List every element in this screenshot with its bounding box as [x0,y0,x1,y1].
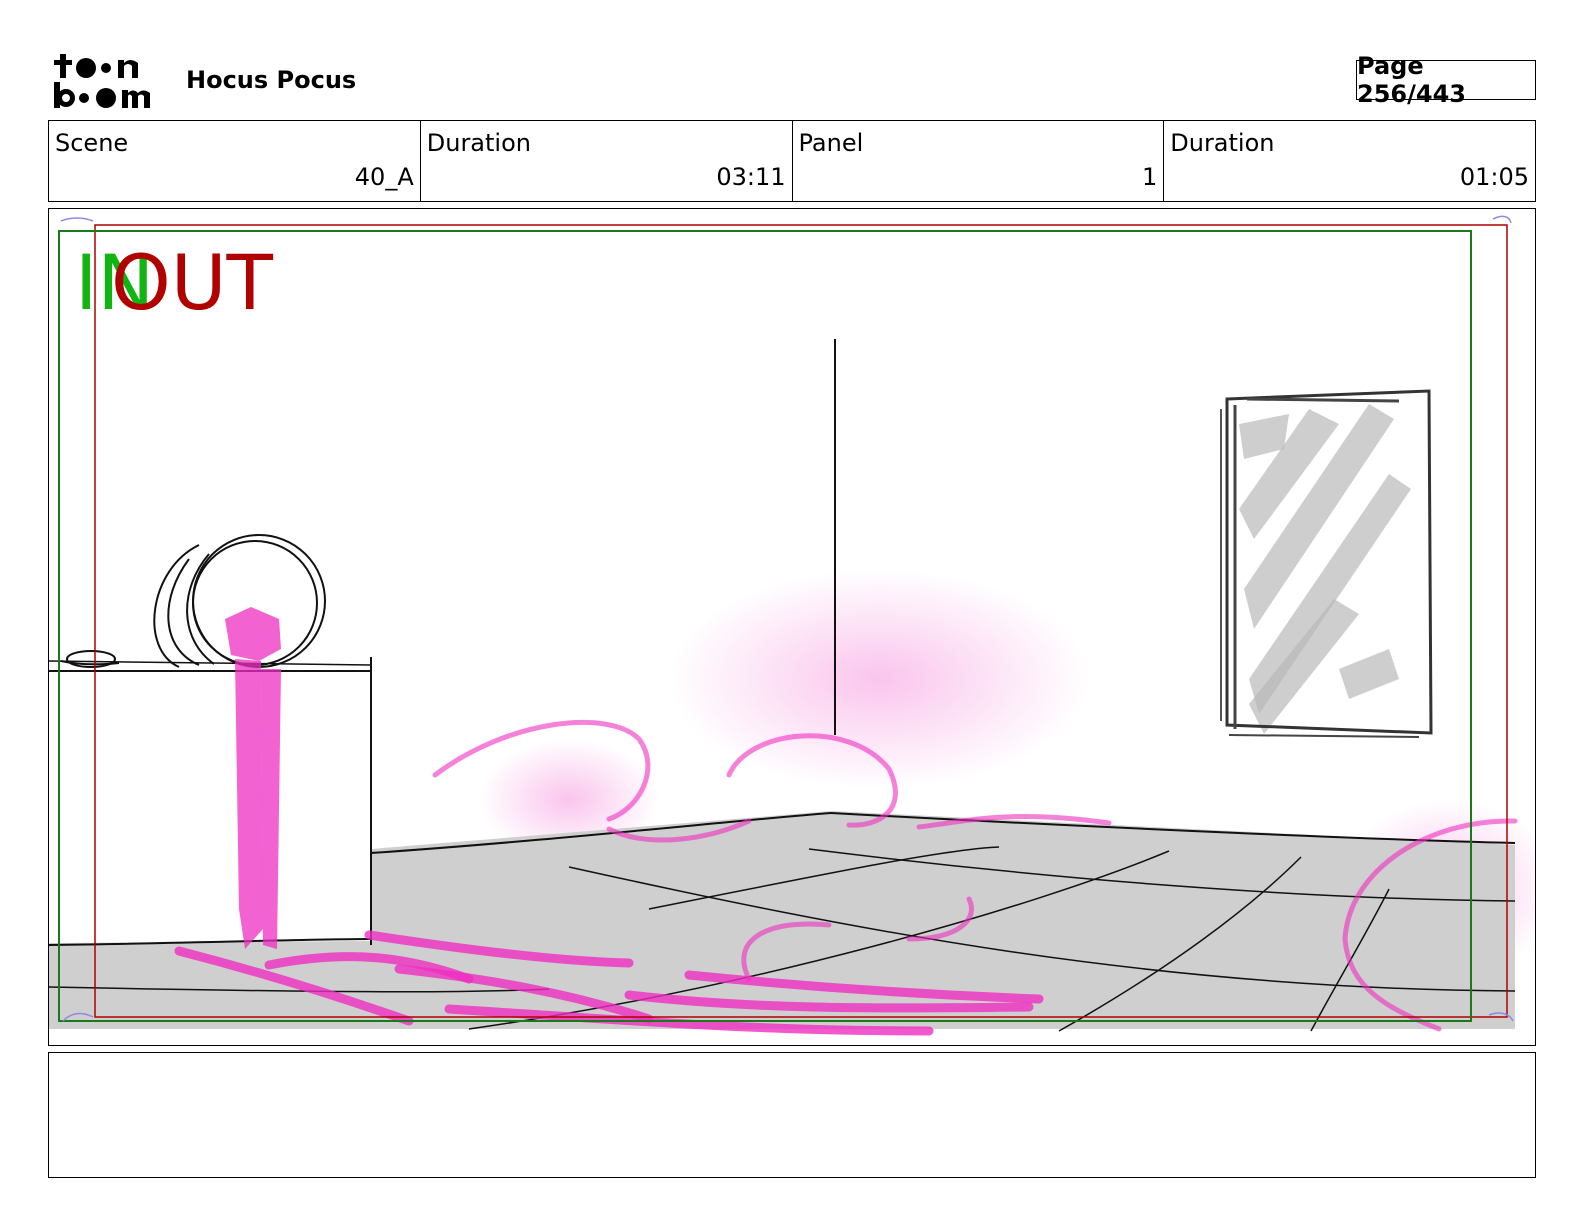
wall-mirror [1220,389,1433,738]
panel-notes-box [48,1052,1536,1178]
toonboom-logo-icon [54,54,150,108]
panel-cell: Panel 1 [793,121,1165,201]
scene-cell: Scene 40_A [49,121,421,201]
info-table: Scene 40_A Duration 03:11 Panel 1 Durati… [48,120,1536,202]
scene-label: Scene [55,129,129,157]
toonboom-logo [52,52,164,110]
scene-value: 40_A [354,163,414,191]
magic-stream [225,607,281,949]
panel-label: Panel [798,129,864,157]
panel-duration-cell: Duration 01:05 [1164,121,1535,201]
project-title: Hocus Pocus [186,66,357,94]
panel-duration-value: 01:05 [1459,163,1529,191]
scene-duration-cell: Duration 03:11 [421,121,793,201]
scene-duration-value: 03:11 [716,163,786,191]
out-marker: OUT [111,238,273,327]
panel-duration-label: Duration [1170,129,1275,157]
page-number: Page 256/443 [1356,52,1536,108]
scene-duration-label: Duration [426,129,531,157]
storyboard-panel: IN OUT [48,208,1536,1046]
jar [60,534,326,668]
panel-value: 1 [1141,163,1158,191]
panel-drawing [49,215,1535,1036]
